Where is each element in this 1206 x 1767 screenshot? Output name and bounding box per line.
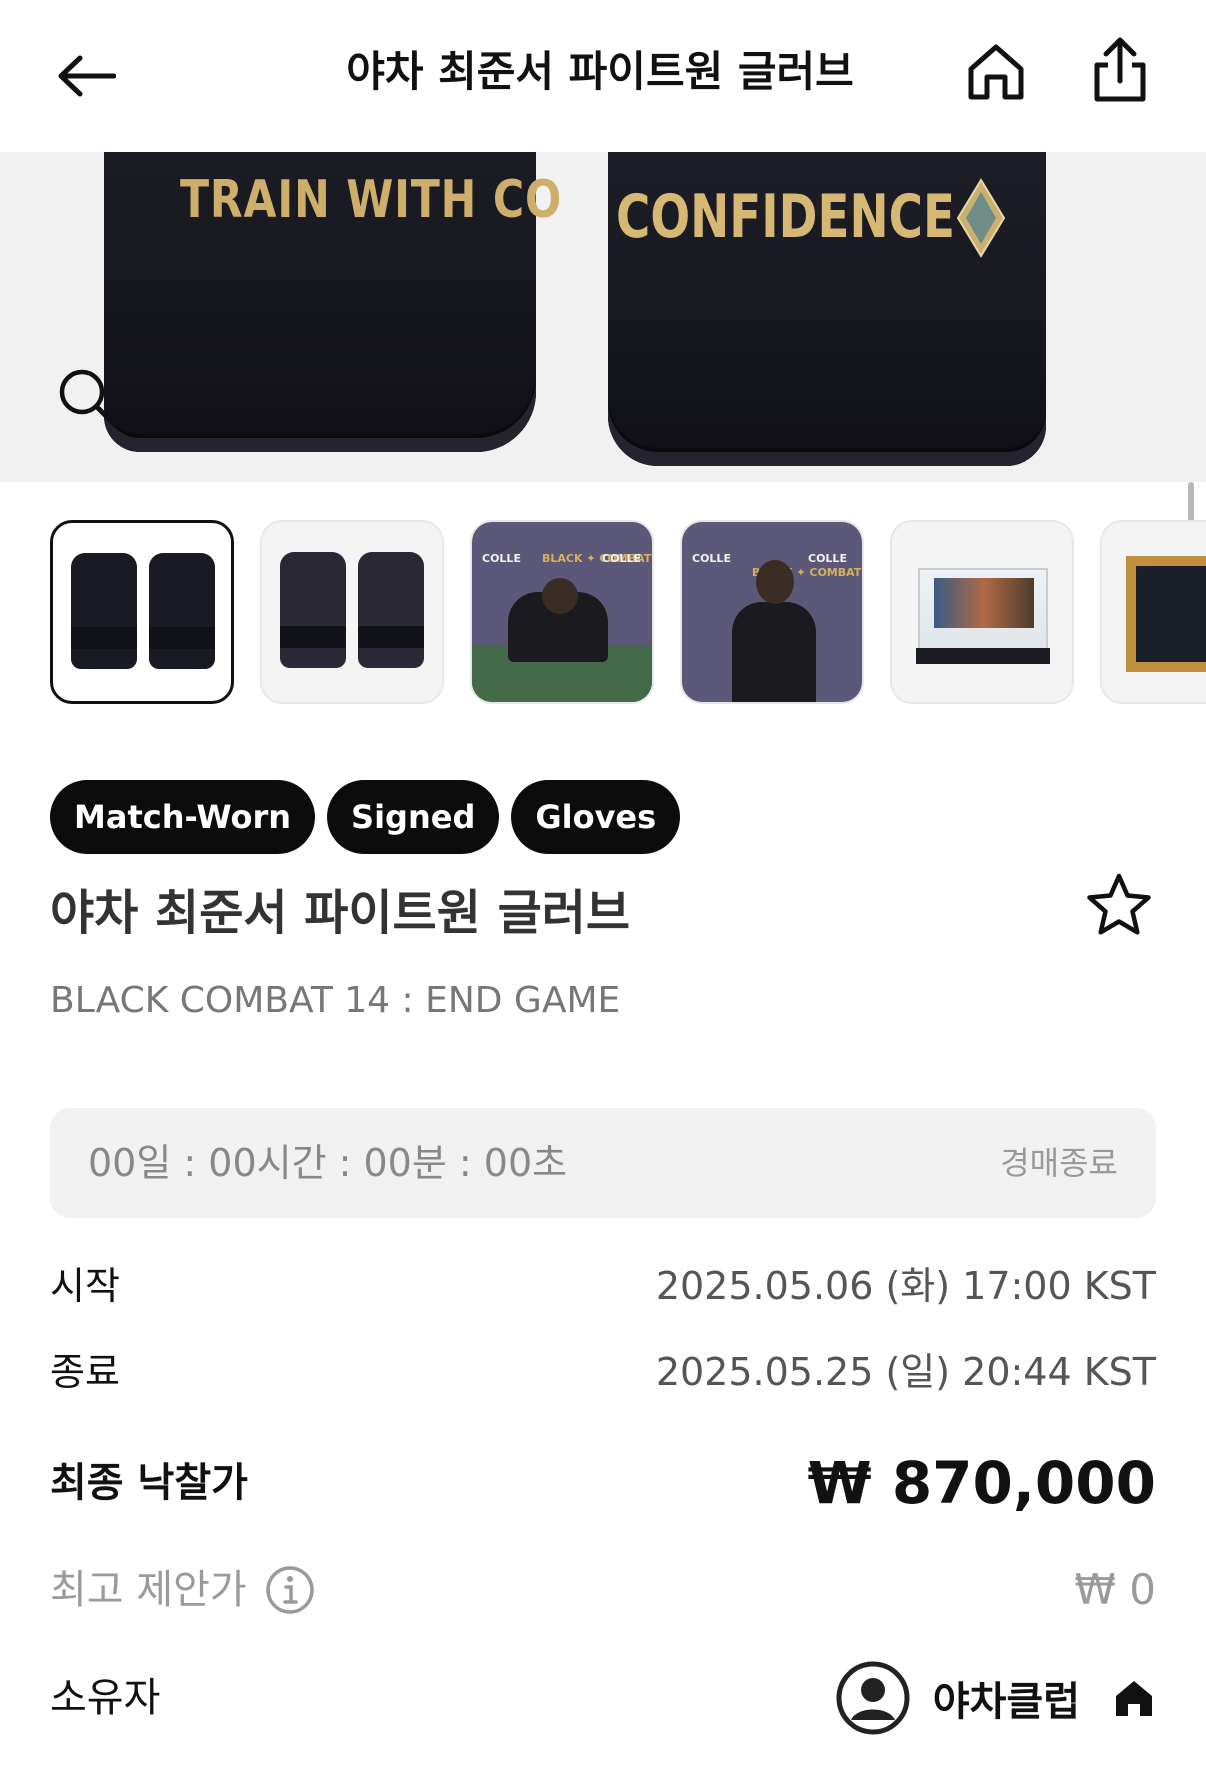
home-icon[interactable] [958,34,1034,110]
home-icon [1112,1676,1156,1720]
thumbnail-gloves-back[interactable] [260,520,444,704]
share-icon[interactable] [1082,30,1158,110]
avatar-icon [835,1660,911,1736]
glove-image [358,552,424,668]
owner-link[interactable]: 야차클럽 [835,1660,1156,1736]
tag-signed[interactable]: Signed [327,780,500,854]
thumbnail-gloves-front[interactable] [50,520,234,704]
start-value: 2025.05.06 (화) 17:00 KST [655,1264,1156,1308]
frame-image [1126,556,1206,672]
banner-logo-text: COLLE [808,552,847,565]
app-header: 야차 최준서 파이트원 글러브 [0,0,1206,152]
banner-logo-text: COLLE [482,552,521,565]
glove-left-text: TRAIN WITH CO [180,170,563,230]
highest-offer-value: ₩ 0 [1074,1565,1156,1614]
start-row: 시작 2025.05.06 (화) 17:00 KST [50,1260,1156,1312]
diamond-logo-icon [956,178,1006,258]
product-subtitle: BLACK COMBAT 14 : END GAME [50,980,621,1021]
tag-gloves[interactable]: Gloves [511,780,681,854]
display-case-image [916,568,1050,664]
glove-image [71,553,137,669]
product-title: 야차 최준서 파이트원 글러브 [50,885,631,941]
final-price-row: 최종 낙찰가 ₩ 870,000 [50,1448,1156,1518]
end-value: 2025.05.25 (일) 20:44 KST [655,1350,1156,1394]
product-image[interactable]: TRAIN WITH CO CONFIDENCE [0,152,1206,482]
thumbnail-strip[interactable]: COLLE BLACK ✦ COMBAT COLLE COLLE BLACK ✦… [50,520,1206,704]
search-icon[interactable] [52,362,124,434]
thumbnail-signing-photo[interactable]: COLLE BLACK ✦ COMBAT COLLE [470,520,654,704]
glove-right-text: CONFIDENCE [616,182,955,252]
highest-offer-label: 최고 제안가 [50,1567,247,1613]
back-arrow-icon[interactable] [50,40,122,112]
person-head [542,578,578,614]
highest-offer-label-group: 최고 제안가 [50,1560,315,1620]
thumbnail-fighter-photo[interactable]: COLLE BLACK ✦ COMBAT COLLE [680,520,864,704]
owner-label: 소유자 [50,1675,161,1721]
header-title: 야차 최준서 파이트원 글러브 [346,47,854,96]
auction-countdown: 00일 : 00시간 : 00분 : 00초 경매종료 [50,1108,1156,1218]
tag-list: Match-Worn Signed Gloves [50,780,681,854]
auction-status: 경매종료 [1000,1144,1118,1182]
owner-row: 소유자 야차클럽 [50,1660,1156,1736]
highest-offer-row: 최고 제안가 ₩ 0 [50,1560,1156,1620]
thumbnail-display-case[interactable] [890,520,1074,704]
final-price-label: 최종 낙찰가 [50,1460,248,1506]
final-price-value: ₩ 870,000 [807,1449,1156,1517]
thumbnail-framed-gloves[interactable] [1100,520,1206,704]
person-image [732,602,816,702]
person-head [756,560,794,604]
banner-logo-text: COLLE [602,552,641,565]
banner-logo-text: COLLE [692,552,731,565]
end-row: 종료 2025.05.25 (일) 20:44 KST [50,1346,1156,1398]
start-label: 시작 [50,1264,120,1308]
glove-image [149,553,215,669]
star-icon[interactable] [1084,870,1154,940]
end-label: 종료 [50,1350,120,1394]
countdown-time: 00일 : 00시간 : 00분 : 00초 [88,1141,568,1185]
glove-image [280,552,346,668]
info-icon[interactable] [265,1565,315,1615]
glove-left-image: TRAIN WITH CO [104,152,561,452]
tag-match-worn[interactable]: Match-Worn [50,780,316,854]
owner-name: 야차클럽 [932,1679,1080,1725]
glove-right-image: CONFIDENCE [608,152,1046,466]
